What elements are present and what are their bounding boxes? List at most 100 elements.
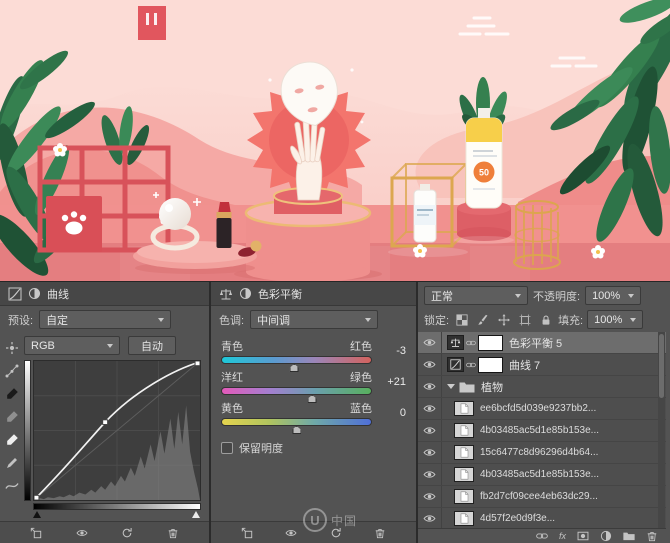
curve-point[interactable] (195, 361, 200, 366)
layer-name[interactable]: 4b03485ac5d1e85b153e... (480, 469, 599, 480)
red-label: 红色 (350, 338, 372, 354)
black-input-slider[interactable] (33, 511, 41, 518)
cyan-red-value[interactable]: -3 (376, 345, 406, 357)
layer-name[interactable]: 色彩平衡 5 (509, 335, 562, 351)
white-input-slider[interactable] (192, 511, 200, 518)
layer-row[interactable]: 曲线 7 (418, 354, 666, 376)
curve-point[interactable] (103, 420, 108, 425)
layer-mask-thumbnail[interactable] (478, 335, 503, 351)
layer-visibility-toggle[interactable] (418, 376, 442, 397)
delete-adjustment-button[interactable] (164, 524, 182, 542)
curves-tool-column (0, 333, 24, 519)
layer-row[interactable]: fb2d7cf09cee4eb63dc29... (418, 486, 666, 508)
blend-mode-select[interactable]: 正常 (424, 286, 528, 305)
reset-icon (121, 527, 133, 539)
lock-artboard-button[interactable] (516, 312, 533, 328)
layer-visibility-toggle[interactable] (418, 486, 442, 507)
tone-select[interactable]: 中间调 (250, 310, 378, 329)
layer-style-fx-icon[interactable]: fx (559, 532, 566, 541)
black-point-eyedropper-icon[interactable] (5, 387, 19, 401)
opacity-select[interactable]: 100% (585, 286, 641, 305)
smooth-curve-icon[interactable] (5, 479, 19, 493)
delete-adjustment-button[interactable] (371, 524, 389, 542)
preset-select[interactable]: 自定 (39, 310, 171, 329)
layer-row[interactable]: 15c6477c8d96296d4b64... (418, 442, 666, 464)
layer-name[interactable]: 4b03485ac5d1e85b153e... (480, 425, 599, 436)
delete-layer-icon[interactable] (646, 530, 658, 542)
add-layer-mask-icon[interactable] (577, 530, 589, 542)
curves-panel-header[interactable]: 曲线 (0, 282, 209, 306)
layer-visibility-toggle[interactable] (418, 442, 442, 463)
smart-object-thumbnail[interactable] (454, 401, 474, 416)
clip-to-layer-button[interactable] (27, 524, 45, 542)
group-name[interactable]: 植物 (481, 379, 503, 395)
layer-name[interactable]: 4d57f2e0d9f3e... (480, 513, 555, 524)
slider-thumb[interactable] (292, 426, 301, 434)
new-group-icon[interactable] (623, 530, 635, 542)
magenta-green-value[interactable]: +21 (376, 376, 406, 388)
toggle-visibility-button[interactable] (73, 524, 91, 542)
lock-transparency-button[interactable] (453, 312, 470, 328)
fill-select[interactable]: 100% (587, 310, 643, 329)
cyan-red-slider[interactable] (221, 356, 372, 364)
yellow-blue-slider[interactable] (221, 418, 372, 426)
targeted-adjustment-tool-icon[interactable] (5, 341, 19, 355)
adjustment-layer-thumbnail[interactable] (447, 335, 464, 350)
lock-all-button[interactable] (537, 312, 554, 328)
layer-row[interactable]: 4b03485ac5d1e85b153e... (418, 420, 666, 442)
magenta-green-slider[interactable] (221, 387, 372, 395)
curve-point[interactable] (34, 495, 39, 500)
layer-row[interactable]: ee6bcfd5d039e9237bb2... (418, 398, 666, 420)
reset-button[interactable] (118, 524, 136, 542)
group-expand-caret[interactable] (447, 384, 455, 389)
new-adjustment-layer-icon[interactable] (600, 530, 612, 542)
gray-point-eyedropper-icon[interactable] (5, 410, 19, 424)
adjustment-layer-thumbnail[interactable] (447, 357, 464, 372)
layer-visibility-toggle[interactable] (418, 398, 442, 419)
auto-button[interactable]: 自动 (128, 336, 176, 355)
white-point-eyedropper-icon[interactable] (5, 433, 19, 447)
preset-row: 预设: 自定 (0, 306, 209, 333)
eye-icon (423, 358, 436, 371)
toggle-visibility-button[interactable] (282, 524, 300, 542)
layer-visibility-toggle[interactable] (418, 332, 442, 353)
clip-to-layer-button[interactable] (238, 524, 256, 542)
smart-object-thumbnail[interactable] (454, 489, 474, 504)
layer-visibility-toggle[interactable] (418, 508, 442, 528)
layers-scrollbar[interactable] (658, 332, 665, 528)
layer-visibility-toggle[interactable] (418, 464, 442, 485)
channel-select[interactable]: RGB (24, 336, 120, 355)
document-canvas[interactable]: 50 (0, 0, 670, 281)
chevron-down-icon (515, 294, 521, 298)
smart-object-thumbnail[interactable] (454, 423, 474, 438)
tone-row: 色调: 中间调 (211, 306, 416, 333)
layer-visibility-toggle[interactable] (418, 354, 442, 375)
layer-visibility-toggle[interactable] (418, 420, 442, 441)
smart-object-thumbnail[interactable] (454, 467, 474, 482)
layer-row[interactable]: 色彩平衡 5 (418, 332, 666, 354)
layer-name[interactable]: 曲线 7 (509, 357, 540, 373)
group-row[interactable]: 植物 (418, 376, 666, 398)
yellow-blue-value[interactable]: 0 (376, 407, 406, 419)
input-slider-row (24, 510, 201, 519)
lock-pixels-button[interactable] (474, 312, 491, 328)
color-balance-panel-header[interactable]: 色彩平衡 (211, 282, 416, 306)
layer-row[interactable]: 4b03485ac5d1e85b153e... (418, 464, 666, 486)
layer-mask-thumbnail[interactable] (478, 357, 503, 373)
reset-button[interactable] (327, 524, 345, 542)
mask-link-icon (466, 360, 476, 370)
edit-points-icon[interactable] (5, 364, 19, 378)
layer-name[interactable]: fb2d7cf09cee4eb63dc29... (480, 491, 598, 502)
lock-position-button[interactable] (495, 312, 512, 328)
preserve-luminosity-checkbox[interactable] (221, 442, 233, 454)
curve-plot[interactable] (33, 360, 201, 501)
scrollbar-thumb[interactable] (659, 334, 664, 398)
link-layers-icon[interactable] (536, 530, 548, 542)
layer-name[interactable]: 15c6477c8d96296d4b64... (480, 447, 598, 458)
smart-object-thumbnail[interactable] (454, 511, 474, 526)
layer-name[interactable]: ee6bcfd5d039e9237bb2... (480, 403, 596, 414)
layer-row[interactable]: 4d57f2e0d9f3e... (418, 508, 666, 528)
eye-icon (285, 527, 297, 539)
curve-pencil-icon[interactable] (5, 456, 19, 470)
smart-object-thumbnail[interactable] (454, 445, 474, 460)
